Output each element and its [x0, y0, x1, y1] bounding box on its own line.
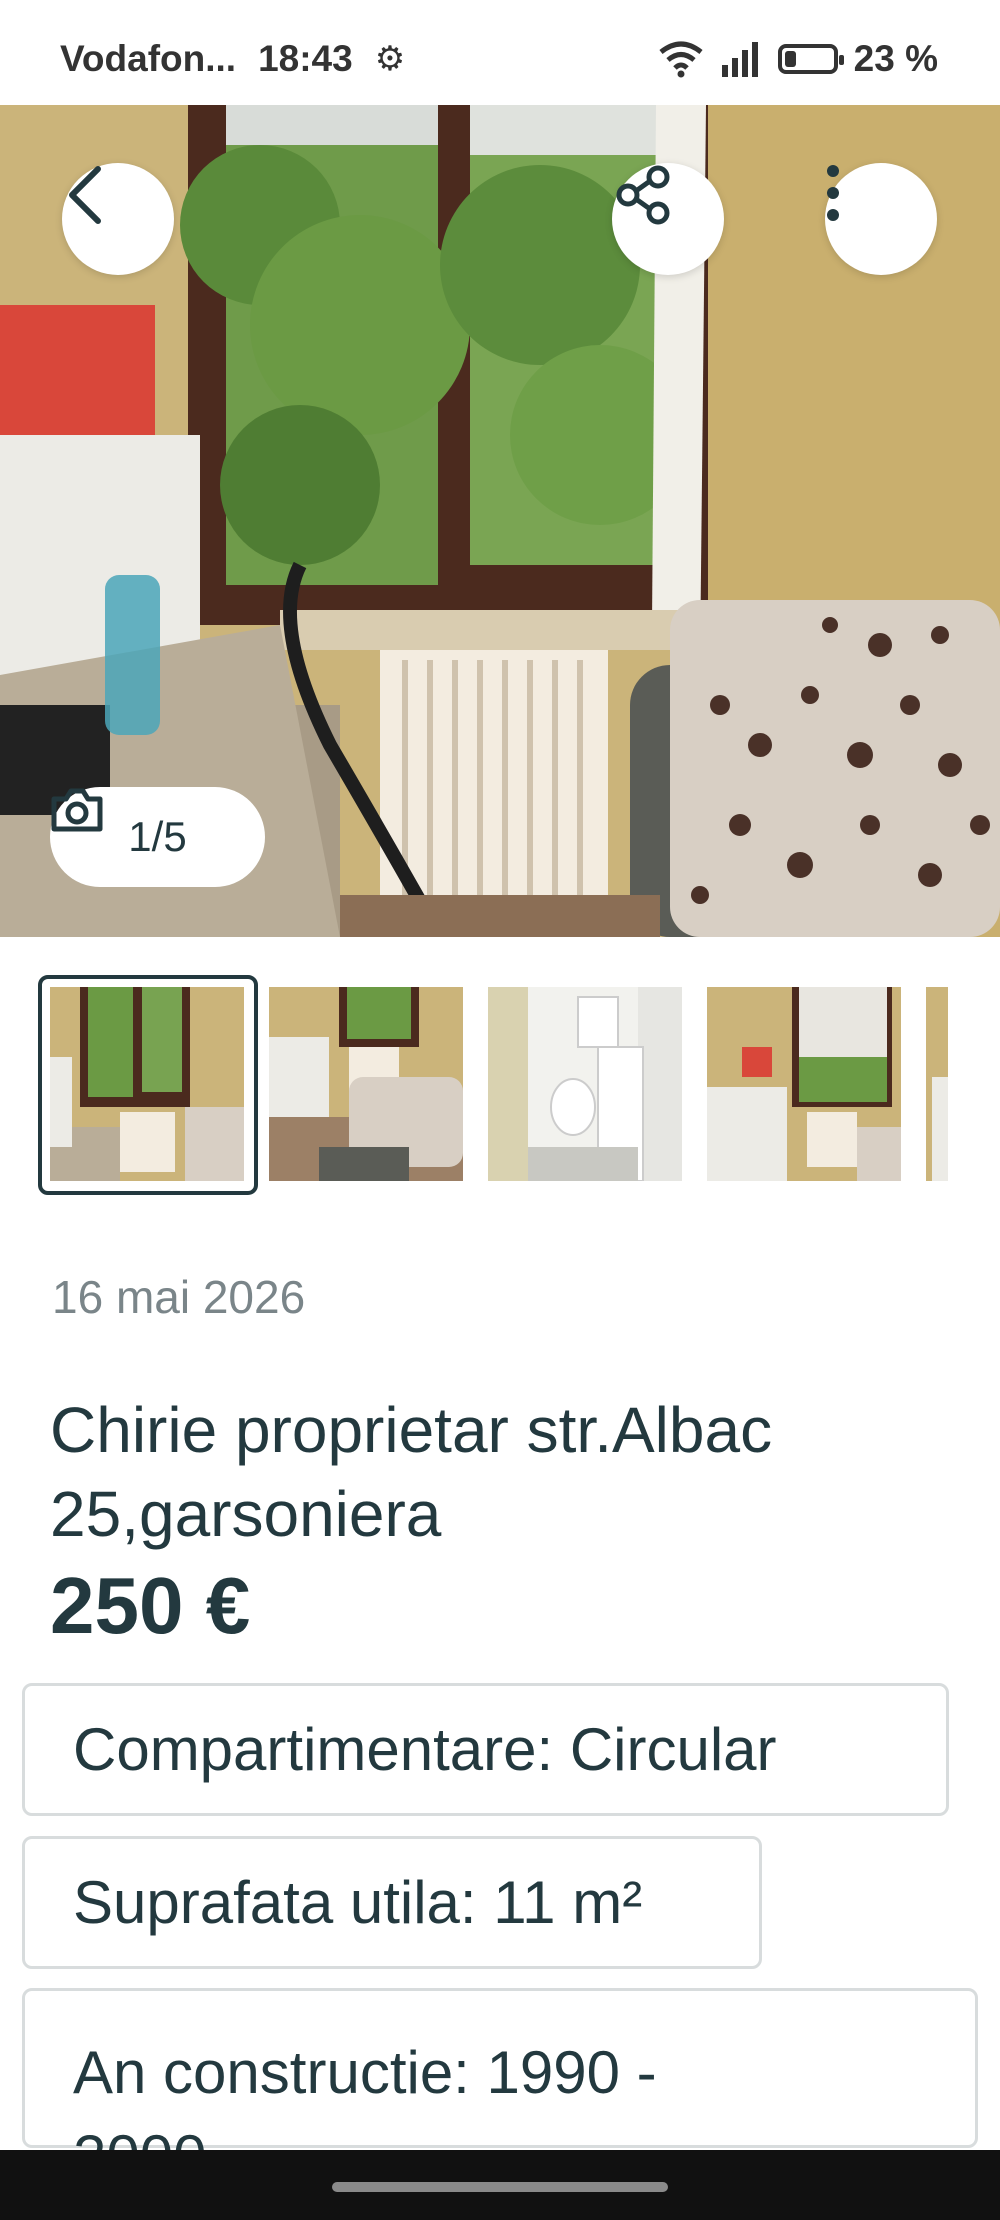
attribute-suprafata: Suprafata utila: 11 m² [22, 1836, 762, 1969]
listing-title: Chirie proprietar str.Albac 25,garsonier… [50, 1388, 930, 1556]
gear-icon: ⚙ [374, 40, 406, 78]
share-button[interactable] [612, 163, 724, 275]
share-icon [616, 165, 670, 225]
camera-icon [51, 788, 103, 832]
back-button[interactable] [62, 163, 174, 275]
thumbnail-strip[interactable] [0, 975, 1000, 1195]
wifi-icon [659, 41, 703, 78]
clock: 18:43 [258, 38, 353, 79]
battery-percent: 23 % [853, 38, 938, 79]
thumbnail-4[interactable] [707, 987, 901, 1181]
listing-title-line1: Chirie proprietar str.Albac [50, 1394, 773, 1466]
main-photo[interactable]: 1/5 [0, 105, 1000, 937]
status-left: Vodafon... 18:43 ⚙ [60, 38, 405, 80]
status-right: 23 % [658, 38, 938, 80]
carrier-name: Vodafon... [60, 38, 237, 79]
back-arrow-icon [69, 166, 101, 224]
thumbnail-1[interactable] [50, 987, 244, 1181]
signal-icon [721, 42, 758, 77]
attribute-compartimentare: Compartimentare: Circular [22, 1683, 949, 1816]
attribute-an-line1: An constructie: 1990 - [73, 2039, 657, 2106]
more-options-button[interactable] [825, 163, 937, 275]
system-nav-bar [0, 2150, 1000, 2220]
status-bar: Vodafon... 18:43 ⚙ 23 % [0, 0, 1000, 105]
photo-counter-text: 1/5 [128, 813, 187, 860]
thumbnail-3[interactable] [488, 987, 682, 1181]
photo-counter[interactable]: 1/5 [50, 787, 265, 887]
attribute-an-constructie: An constructie: 1990 - 2000 [22, 1988, 978, 2190]
more-vertical-icon [827, 165, 839, 221]
thumbnail-5[interactable] [926, 987, 948, 1181]
home-gesture-handle[interactable] [332, 2182, 668, 2192]
thumbnail-2[interactable] [269, 987, 463, 1181]
attribute-suprafata-text: Suprafata utila: 11 m² [73, 1869, 643, 1936]
attribute-compartimentare-text: Compartimentare: Circular [73, 1716, 777, 1783]
listing-price: 250 € [50, 1561, 251, 1650]
listing-title-line2: 25,garsoniera [50, 1478, 442, 1550]
battery-fill [784, 51, 796, 67]
battery-icon [777, 44, 844, 74]
listing-date: 16 mai 2026 [52, 1271, 306, 1323]
